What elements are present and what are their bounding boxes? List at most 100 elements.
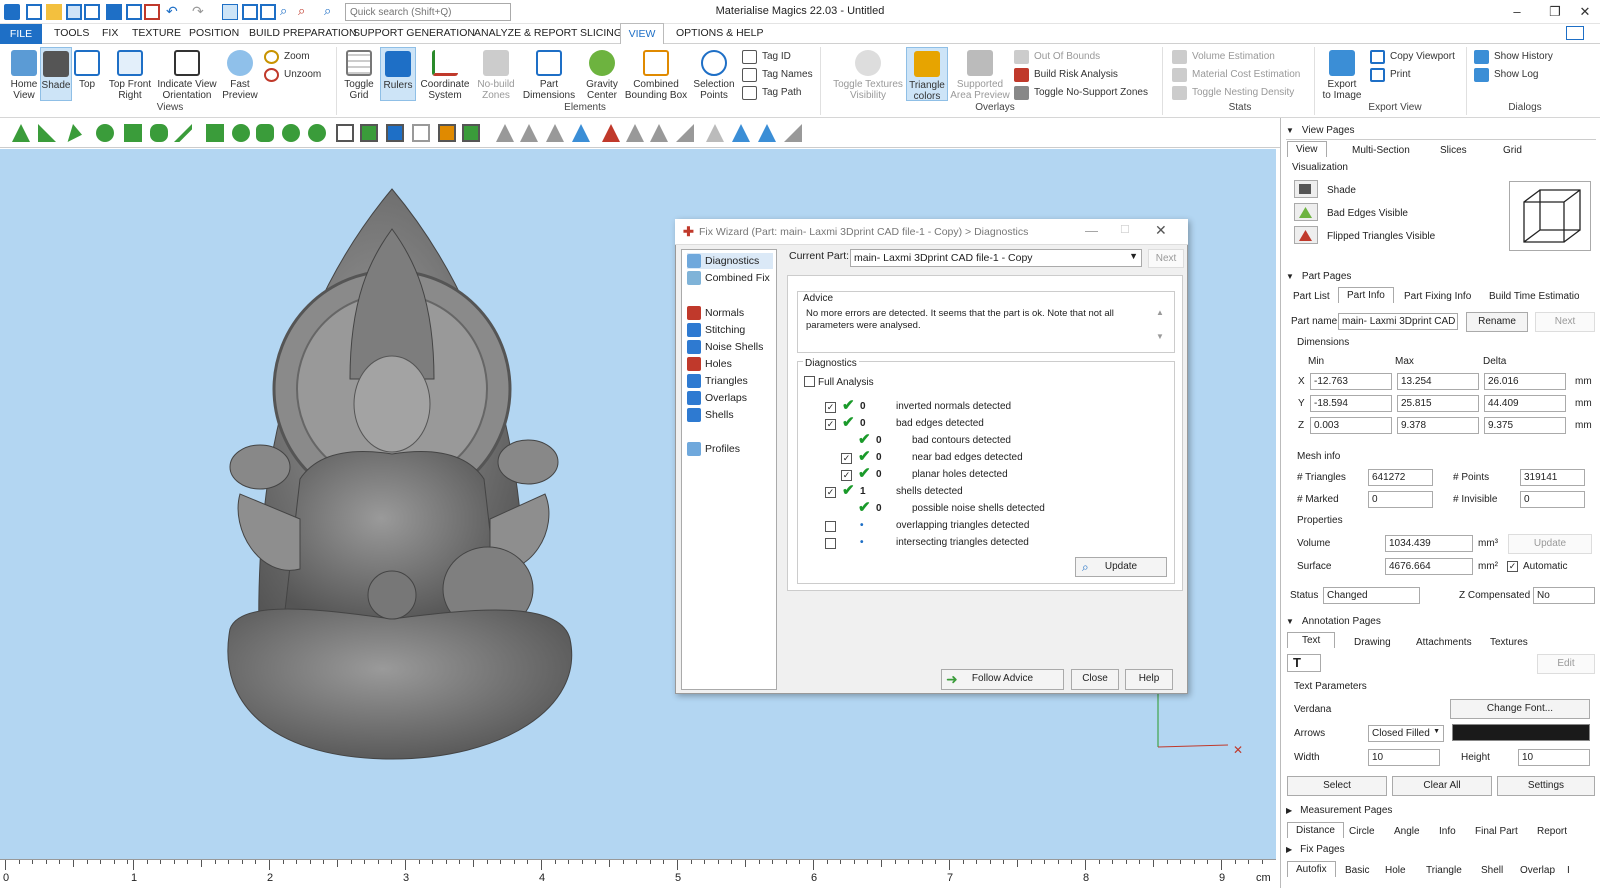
- dimension-max-field[interactable]: 9.378: [1397, 417, 1479, 434]
- tab-texture[interactable]: TEXTURE: [132, 27, 181, 39]
- diagnostic-checkbox[interactable]: ✓: [825, 487, 836, 498]
- coordinate-system-button[interactable]: Coordinate System: [418, 50, 472, 101]
- tab-basic[interactable]: Basic: [1345, 865, 1369, 876]
- nav-item-overlaps[interactable]: Overlaps: [687, 390, 773, 406]
- part-white-icon[interactable]: [412, 124, 430, 142]
- invisible-field[interactable]: 0: [1520, 491, 1585, 508]
- tab-autofix[interactable]: Autofix: [1287, 861, 1336, 877]
- part-green-icon[interactable]: [360, 124, 378, 142]
- dialog-close-button[interactable]: ✕: [1155, 222, 1167, 239]
- tab-tools[interactable]: TOOLS: [54, 27, 89, 39]
- tab-circle[interactable]: Circle: [1349, 826, 1375, 837]
- part-select-all-icon[interactable]: [462, 124, 480, 142]
- status-field[interactable]: Changed: [1323, 587, 1420, 604]
- tab-angle[interactable]: Angle: [1394, 826, 1420, 837]
- diagnostic-checkbox[interactable]: ✓: [825, 419, 836, 430]
- tab-triangle[interactable]: Triangle: [1426, 865, 1462, 876]
- nav-item-profiles[interactable]: Profiles: [687, 441, 773, 457]
- nav-item-shells[interactable]: Shells: [687, 407, 773, 423]
- annotation-pages-header[interactable]: Annotation Pages: [1286, 616, 1381, 627]
- surface-field[interactable]: 4676.664: [1385, 558, 1473, 575]
- show-log-button[interactable]: Show Log: [1474, 67, 1538, 83]
- z-compensated-field[interactable]: No: [1533, 587, 1595, 604]
- tab-part-info[interactable]: Part Info: [1338, 287, 1394, 303]
- tab-analyze-report[interactable]: ANALYZE & REPORT: [474, 27, 577, 39]
- follow-advice-button[interactable]: ➜ Follow Advice: [941, 669, 1064, 690]
- tag-id-button[interactable]: Tag ID: [742, 49, 791, 65]
- height-stepper[interactable]: 10: [1518, 749, 1590, 766]
- tab-part-fixing-info[interactable]: Part Fixing Info: [1404, 291, 1471, 302]
- measurement-pages-header[interactable]: Measurement Pages: [1286, 805, 1392, 816]
- view-cube-preview[interactable]: [1509, 181, 1591, 251]
- tab-slices[interactable]: Slices: [1440, 145, 1467, 156]
- copy-viewport-button[interactable]: Copy Viewport: [1370, 49, 1455, 65]
- tab-options-help[interactable]: OPTIONS & HELP: [676, 27, 764, 39]
- tab-report[interactable]: Report: [1537, 826, 1567, 837]
- clear-all-button[interactable]: Clear All: [1392, 776, 1492, 796]
- dimension-max-field[interactable]: 25.815: [1397, 395, 1479, 412]
- indicate-view-button[interactable]: Indicate View Orientation: [156, 50, 218, 101]
- advice-scrollbar[interactable]: ▲ ▼: [1154, 307, 1166, 347]
- build-risk-analysis-button[interactable]: Build Risk Analysis: [1014, 67, 1118, 83]
- nav-item-combined-fix[interactable]: Combined Fix: [687, 270, 773, 286]
- combined-bounding-box-button[interactable]: Combined Bounding Box: [624, 50, 688, 101]
- diagnostics-update-button[interactable]: ⌕ Update: [1075, 557, 1167, 577]
- text-tool-icon[interactable]: T: [1287, 654, 1321, 672]
- tab-hole[interactable]: Hole: [1385, 865, 1406, 876]
- triangle-colors-button[interactable]: Triangle colors: [906, 47, 948, 102]
- settings-button[interactable]: Settings: [1497, 776, 1595, 796]
- shade-button[interactable]: Shade: [40, 47, 72, 101]
- full-analysis-checkbox[interactable]: [804, 376, 815, 387]
- supported-area-preview-button[interactable]: Supported Area Preview: [950, 50, 1010, 101]
- shell-tool-icon[interactable]: [124, 124, 142, 142]
- brush-select-icon[interactable]: [256, 124, 274, 142]
- part-pages-header[interactable]: Part Pages: [1286, 271, 1351, 282]
- dialog-maximize-button[interactable]: ☐: [1120, 223, 1130, 236]
- nav-item-noise-shells[interactable]: Noise Shells: [687, 339, 773, 355]
- tab-file[interactable]: FILE: [0, 24, 42, 44]
- material-cost-estimation-button[interactable]: Material Cost Estimation: [1172, 67, 1300, 83]
- tab-final-part[interactable]: Final Part: [1475, 826, 1518, 837]
- toggle-no-support-zones-button[interactable]: Toggle No-Support Zones: [1014, 85, 1148, 101]
- part-name-select[interactable]: main- Laxmi 3Dprint CAD: [1338, 313, 1458, 330]
- color-swatch[interactable]: [1452, 724, 1590, 741]
- dimension-min-field[interactable]: -18.594: [1310, 395, 1392, 412]
- nav-item-triangles[interactable]: Triangles: [687, 373, 773, 389]
- tab-overlap[interactable]: Overlap: [1520, 865, 1555, 876]
- tab-shell[interactable]: Shell: [1481, 865, 1503, 876]
- dialog-minimize-button[interactable]: —: [1085, 223, 1098, 238]
- edit-button[interactable]: Edit: [1537, 654, 1595, 674]
- connected-tool-icon[interactable]: [150, 124, 168, 142]
- part-info-next-button[interactable]: Next: [1535, 312, 1595, 332]
- points-field[interactable]: 319141: [1520, 469, 1585, 486]
- flipped-triangles-toggle[interactable]: [1294, 226, 1318, 244]
- tag-names-button[interactable]: Tag Names: [742, 67, 813, 83]
- volume-estimation-button[interactable]: Volume Estimation: [1172, 49, 1275, 65]
- tag-path-button[interactable]: Tag Path: [742, 85, 801, 101]
- box-part-icon[interactable]: [336, 124, 354, 142]
- diagnostic-checkbox[interactable]: ✓: [825, 402, 836, 413]
- part-dimensions-button[interactable]: Part Dimensions: [522, 50, 576, 101]
- toggle-grid-button[interactable]: Toggle Grid: [340, 50, 378, 101]
- cylinder-select-icon[interactable]: [308, 124, 326, 142]
- close-button[interactable]: Close: [1071, 669, 1119, 690]
- tab-position[interactable]: POSITION: [189, 27, 239, 39]
- dimension-delta-field[interactable]: 44.409: [1484, 395, 1566, 412]
- surface-tool-icon[interactable]: [96, 124, 114, 142]
- nav-item-stitching[interactable]: Stitching: [687, 322, 773, 338]
- tab-info[interactable]: Info: [1439, 826, 1456, 837]
- tab-drawing[interactable]: Drawing: [1354, 637, 1391, 648]
- volume-update-button[interactable]: Update: [1508, 534, 1592, 554]
- tab-support-generation[interactable]: SUPPORT GENERATION: [353, 27, 475, 39]
- part-next-button[interactable]: Next: [1148, 249, 1184, 268]
- diagnostic-checkbox[interactable]: [825, 538, 836, 549]
- part-orange-icon[interactable]: [438, 124, 456, 142]
- tab-grid[interactable]: Grid: [1503, 145, 1522, 156]
- lasso-select-icon[interactable]: [232, 124, 250, 142]
- shade-toggle[interactable]: [1294, 180, 1318, 198]
- tab-fix[interactable]: FIX: [102, 27, 118, 39]
- sphere-select-icon[interactable]: [282, 124, 300, 142]
- gravity-center-button[interactable]: Gravity Center: [582, 50, 622, 101]
- zoom-button[interactable]: Zoom: [264, 49, 310, 65]
- rulers-button[interactable]: Rulers: [380, 47, 416, 101]
